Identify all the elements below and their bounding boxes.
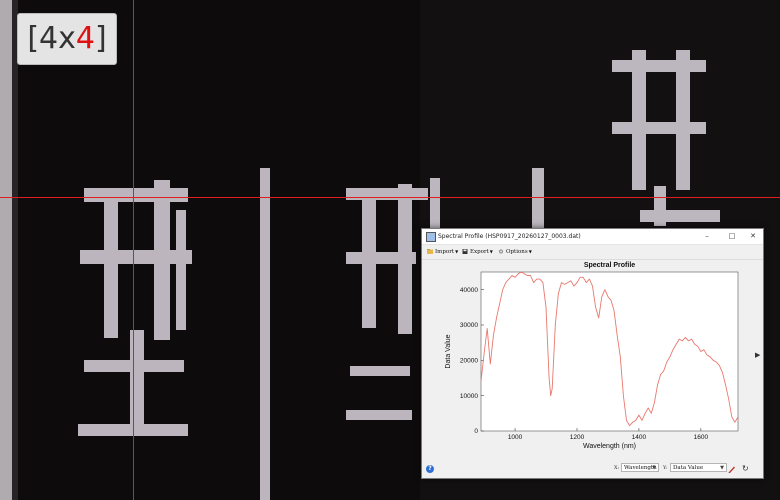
refresh-icon[interactable]: ↻	[742, 464, 749, 473]
y-tick-label: 20000	[460, 358, 478, 365]
window-title: Spectral Profile (HSP0917_20260127_0003.…	[438, 233, 581, 240]
import-menu-button[interactable]: Import▼	[427, 247, 458, 257]
maximize-button[interactable]: □	[724, 229, 740, 244]
close-button[interactable]: ✕	[745, 229, 761, 244]
chart-title: Spectral Profile	[584, 262, 635, 269]
x-axis-label: Wavelength (nm)	[583, 443, 636, 450]
spectral-profile-chart: Spectral Profile 1000 1200 1400 1600 0 10000 20…	[445, 262, 739, 450]
save-icon	[462, 249, 468, 254]
x-tick-label: 1200	[570, 434, 585, 441]
expand-panel-arrow[interactable]: ▶	[755, 351, 760, 359]
y-tick-label: 0	[474, 428, 478, 435]
y-tick-label: 30000	[460, 322, 478, 329]
chevron-down-icon: ▼	[652, 465, 656, 471]
y-tick-label: 10000	[460, 393, 478, 400]
minimize-button[interactable]: –	[699, 229, 715, 244]
crosshair-vertical	[133, 0, 134, 500]
options-menu-button[interactable]: Options▼	[498, 247, 532, 257]
window-titlebar[interactable]: Spectral Profile (HSP0917_20260127_0003.…	[422, 229, 763, 245]
window-toolbar: Import▼ Export▼ Options▼	[422, 245, 763, 260]
x-tick-label: 1600	[694, 434, 709, 441]
spectral-profile-window[interactable]: Spectral Profile (HSP0917_20260127_0003.…	[421, 228, 764, 479]
y-axis-label: Data Value	[445, 334, 452, 368]
axis-selector-bar: ? X: Wavelength ▼ Y: Data Value ▼ ↻	[422, 460, 763, 477]
crosshair-horizontal	[0, 197, 780, 198]
x-axis-tag: X:	[614, 465, 620, 471]
x-tick-label: 1400	[632, 434, 647, 441]
x-tick-label: 1000	[508, 434, 523, 441]
export-menu-button[interactable]: Export▼	[462, 247, 493, 257]
pencil-icon[interactable]	[728, 465, 736, 473]
y-axis-tag: Y:	[663, 465, 668, 471]
plot-area	[480, 271, 739, 432]
zoom-level-label: [4x4]	[17, 13, 117, 65]
app-icon	[426, 232, 436, 242]
folder-icon	[427, 249, 433, 254]
y-axis-select[interactable]: Data Value ▼	[670, 463, 727, 472]
help-icon[interactable]: ?	[426, 465, 434, 473]
gear-icon	[498, 249, 504, 254]
x-axis-select[interactable]: Wavelength ▼	[621, 463, 659, 472]
y-tick-label: 40000	[460, 287, 478, 294]
chevron-down-icon: ▼	[720, 465, 724, 471]
